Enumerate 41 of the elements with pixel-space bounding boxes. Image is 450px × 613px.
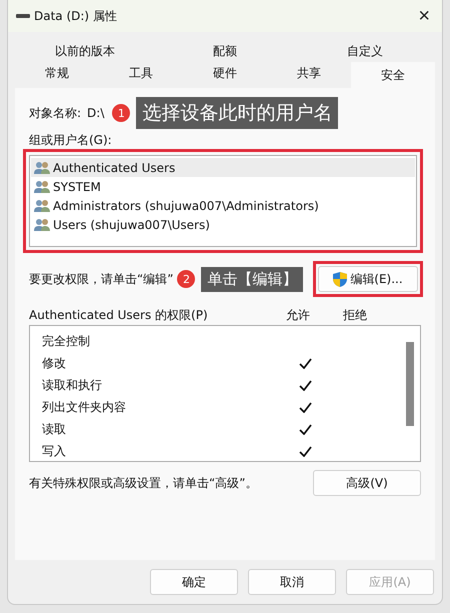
permission-row[interactable]: 修改 <box>42 352 404 374</box>
column-header: 拒绝 <box>343 306 367 324</box>
advanced-button[interactable]: 高级(V) <box>313 470 421 496</box>
callout-label: 单击【编辑】 <box>201 266 304 292</box>
users-icon <box>34 199 50 212</box>
step-badge: 2 <box>177 270 196 288</box>
permission-row[interactable]: 读取 <box>42 418 404 440</box>
permission-row[interactable]: 列出文件夹内容 <box>42 396 404 418</box>
user-item[interactable]: Users (shujuwa007\Users) <box>31 215 415 234</box>
dialog-button[interactable]: 确定 <box>150 569 238 595</box>
tab[interactable]: 安全 <box>351 62 435 88</box>
permission-name: 读取和执行 <box>42 376 103 394</box>
permission-row[interactable]: 读取和执行 <box>42 374 404 396</box>
permission-name: 修改 <box>42 354 67 372</box>
close-button[interactable]: × <box>414 4 434 28</box>
dialog-button[interactable]: 取消 <box>248 569 336 595</box>
permissions-title: Authenticated Users 的权限(P) <box>29 306 209 324</box>
permission-name: 完全控制 <box>42 332 91 350</box>
permission-name: 读取 <box>42 420 67 438</box>
object-value: D:\ <box>87 106 104 120</box>
user-item[interactable]: Administrators (shujuwa007\Administrators) <box>31 196 415 215</box>
group-label: 组或用户名(G): <box>29 132 113 149</box>
user-item[interactable]: Authenticated Users <box>31 158 415 177</box>
step-badge: 1 <box>112 104 130 122</box>
callout-label: 选择设备此时的用户名 <box>136 97 338 129</box>
user-item[interactable]: SYSTEM <box>31 177 415 196</box>
advanced-hint: 有关特殊权限或高级设置，请单击“高级”。 <box>29 474 258 492</box>
permission-row[interactable]: 完全控制 <box>42 330 404 352</box>
permission-name: 列出文件夹内容 <box>42 398 127 416</box>
column-header: 允许 <box>286 306 310 324</box>
shield-icon <box>333 272 348 286</box>
edit-button[interactable]: 编辑(E)... <box>318 266 418 292</box>
window-title: Data (D:) 属性 <box>34 8 118 24</box>
users-icon <box>34 161 50 174</box>
scrollbar-thumb[interactable] <box>406 342 414 426</box>
users-icon <box>34 218 50 231</box>
users-icon <box>34 180 50 193</box>
permission-name: 写入 <box>42 442 67 460</box>
permission-row[interactable]: 写入 <box>42 440 404 462</box>
object-label: 对象名称: <box>29 104 82 122</box>
edit-hint: 要更改权限，请单击“编辑” <box>29 270 174 288</box>
